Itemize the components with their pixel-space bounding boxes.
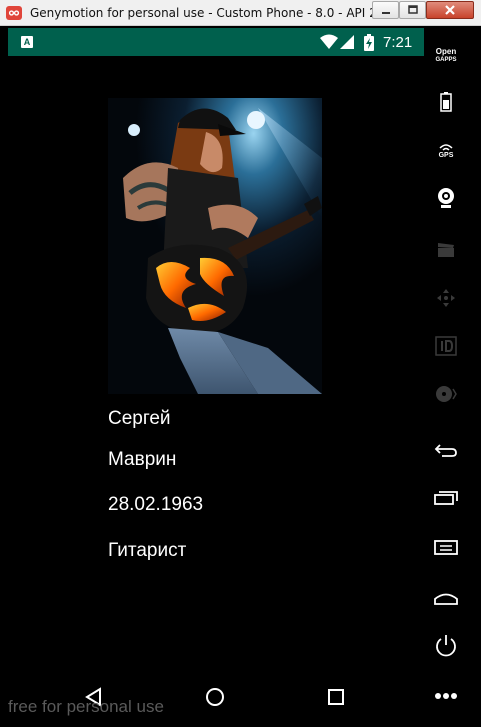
recents-button[interactable] bbox=[321, 682, 351, 712]
clapperboard-icon bbox=[438, 243, 454, 257]
first-name-text: Сергей bbox=[108, 408, 171, 429]
home-key-button[interactable] bbox=[430, 582, 462, 614]
window-title-bar[interactable]: Genymotion for personal use - Custom Pho… bbox=[0, 0, 481, 26]
phone-screen: A 7:21 Сергей Маврин 28.02.1963 Гитарист bbox=[8, 28, 424, 718]
remote-control-button[interactable] bbox=[430, 282, 462, 314]
status-clock: 7:21 bbox=[383, 34, 413, 51]
profile-photo bbox=[108, 98, 322, 394]
disc-icon bbox=[436, 386, 457, 402]
emulator-toolbar: Open GAPPS GPS bbox=[424, 28, 468, 718]
status-bar: A 7:21 bbox=[8, 28, 424, 56]
power-icon bbox=[436, 635, 456, 657]
cellular-signal-icon bbox=[340, 35, 354, 49]
webcam-button[interactable] bbox=[430, 182, 462, 214]
gps-label: GPS bbox=[438, 151, 454, 159]
menu-key-button[interactable] bbox=[430, 532, 462, 564]
minimize-icon bbox=[381, 12, 390, 14]
battery-charging-icon bbox=[364, 34, 374, 51]
menu-icon bbox=[434, 540, 458, 555]
media-button[interactable] bbox=[430, 378, 462, 410]
birth-date-text: 28.02.1963 bbox=[108, 494, 204, 515]
recent-apps-icon bbox=[434, 491, 458, 505]
dpad-icon bbox=[437, 289, 455, 307]
recent-apps-key-button[interactable] bbox=[430, 482, 462, 514]
home-outline-icon bbox=[434, 593, 458, 605]
id-icon bbox=[435, 336, 457, 356]
battery-icon bbox=[440, 92, 452, 112]
back-key-button[interactable] bbox=[430, 434, 462, 466]
maximize-icon bbox=[407, 5, 418, 14]
open-gapps-button[interactable]: Open GAPPS bbox=[430, 40, 462, 72]
maximize-button[interactable] bbox=[399, 1, 426, 19]
more-dots-icon bbox=[435, 693, 457, 699]
role-text: Гитарист bbox=[108, 540, 187, 561]
last-name-text: Маврин bbox=[108, 449, 177, 470]
notification-icon: A bbox=[21, 36, 33, 48]
gps-button[interactable]: GPS bbox=[430, 134, 462, 166]
minimize-button[interactable] bbox=[372, 1, 399, 19]
battery-button[interactable] bbox=[430, 86, 462, 118]
gapps-label-bottom: GAPPS bbox=[435, 57, 457, 63]
close-button[interactable] bbox=[426, 1, 474, 19]
close-icon bbox=[445, 5, 455, 15]
device-id-button[interactable] bbox=[430, 330, 462, 362]
gapps-label-top: Open bbox=[435, 47, 457, 56]
power-button[interactable] bbox=[430, 630, 462, 662]
home-button[interactable] bbox=[200, 682, 230, 712]
open-gapps-label: Open GAPPS bbox=[435, 48, 456, 64]
genymotion-logo-icon bbox=[6, 6, 22, 20]
window-title: Genymotion for personal use - Custom Pho… bbox=[30, 6, 408, 20]
personal-use-watermark: free for personal use bbox=[8, 697, 164, 716]
webcam-icon bbox=[438, 188, 454, 208]
gps-icon bbox=[439, 143, 453, 151]
more-options-button[interactable] bbox=[430, 680, 462, 712]
screencast-button[interactable] bbox=[430, 234, 462, 266]
return-arrow-icon bbox=[434, 444, 457, 457]
wifi-icon bbox=[320, 34, 338, 49]
